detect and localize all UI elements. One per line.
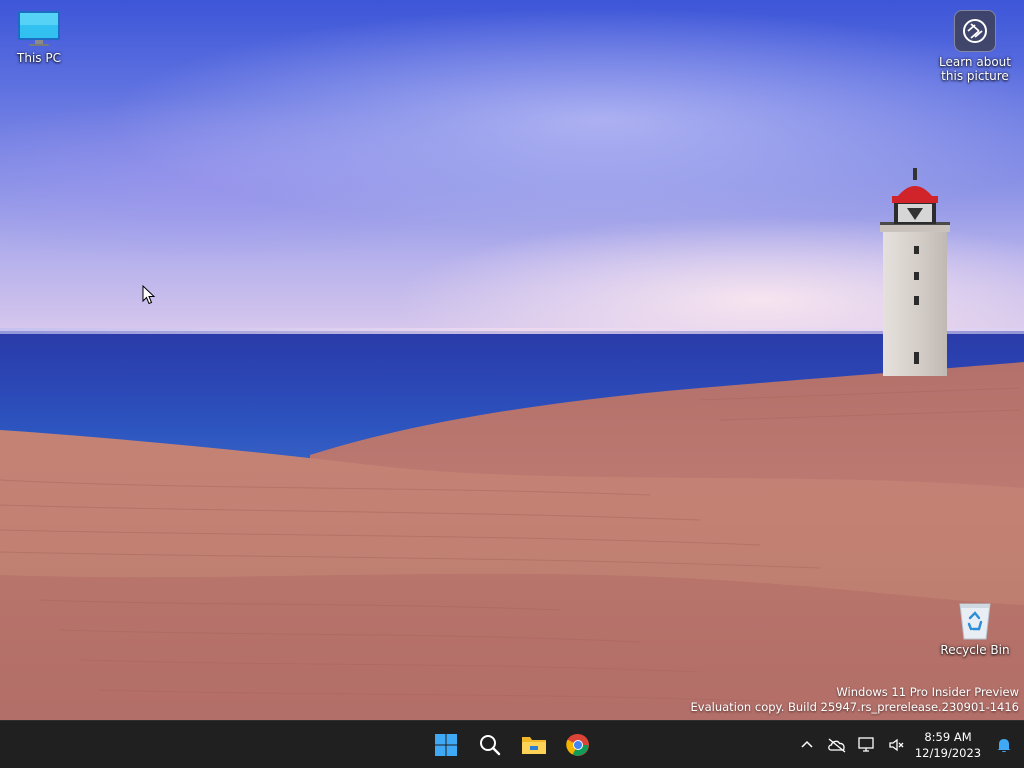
camera-lens-icon	[954, 10, 996, 52]
wallpaper-dunes	[0, 362, 1024, 720]
system-tray: 8:59 AM 12/19/2023	[792, 721, 1024, 769]
this-pc-label: This PC	[17, 51, 61, 65]
learn-about-label: Learn about this picture	[939, 55, 1011, 83]
start-button[interactable]	[424, 723, 468, 767]
taskbar-pinned-apps	[424, 721, 600, 769]
recycle-bin-label: Recycle Bin	[940, 643, 1010, 657]
search-icon	[480, 735, 501, 756]
onedrive-icon	[828, 738, 846, 753]
evaluation-watermark: Windows 11 Pro Insider Preview Evaluatio…	[691, 685, 1019, 715]
chevron-up-icon	[801, 740, 813, 748]
watermark-line-2: Evaluation copy. Build 25947.rs_prerelea…	[690, 700, 1019, 714]
network-icon	[858, 737, 874, 752]
network-button[interactable]	[852, 725, 882, 765]
notifications-button[interactable]	[984, 725, 1024, 765]
search-button[interactable]	[468, 723, 512, 767]
recycle-bin-icon	[959, 603, 991, 640]
file-explorer-button[interactable]	[512, 723, 556, 767]
clock-button[interactable]: 8:59 AM 12/19/2023	[912, 729, 984, 761]
volume-muted-icon	[889, 738, 904, 752]
chrome-button[interactable]	[556, 723, 600, 767]
recycle-bin-shortcut[interactable]: Recycle Bin	[936, 598, 1014, 657]
desktop[interactable]: This PC Learn about this picture Recycle…	[0, 0, 1024, 720]
taskbar: 8:59 AM 12/19/2023	[0, 720, 1024, 768]
clock-date: 12/19/2023	[914, 746, 982, 760]
show-hidden-icons-button[interactable]	[792, 725, 822, 765]
windows-logo-icon	[435, 734, 457, 756]
lighthouse-image	[880, 168, 950, 376]
volume-button[interactable]	[882, 725, 912, 765]
folder-icon	[522, 737, 546, 754]
watermark-line-1: Windows 11 Pro Insider Preview	[836, 685, 1019, 699]
clock-time: 8:59 AM	[924, 730, 972, 744]
monitor-icon	[18, 11, 60, 46]
onedrive-button[interactable]	[822, 725, 852, 765]
bell-icon	[997, 739, 1011, 753]
learn-about-picture-shortcut[interactable]: Learn about this picture	[936, 10, 1014, 83]
chrome-icon	[566, 733, 589, 756]
this-pc-shortcut[interactable]: This PC	[0, 10, 78, 65]
mouse-cursor-icon	[142, 285, 156, 305]
